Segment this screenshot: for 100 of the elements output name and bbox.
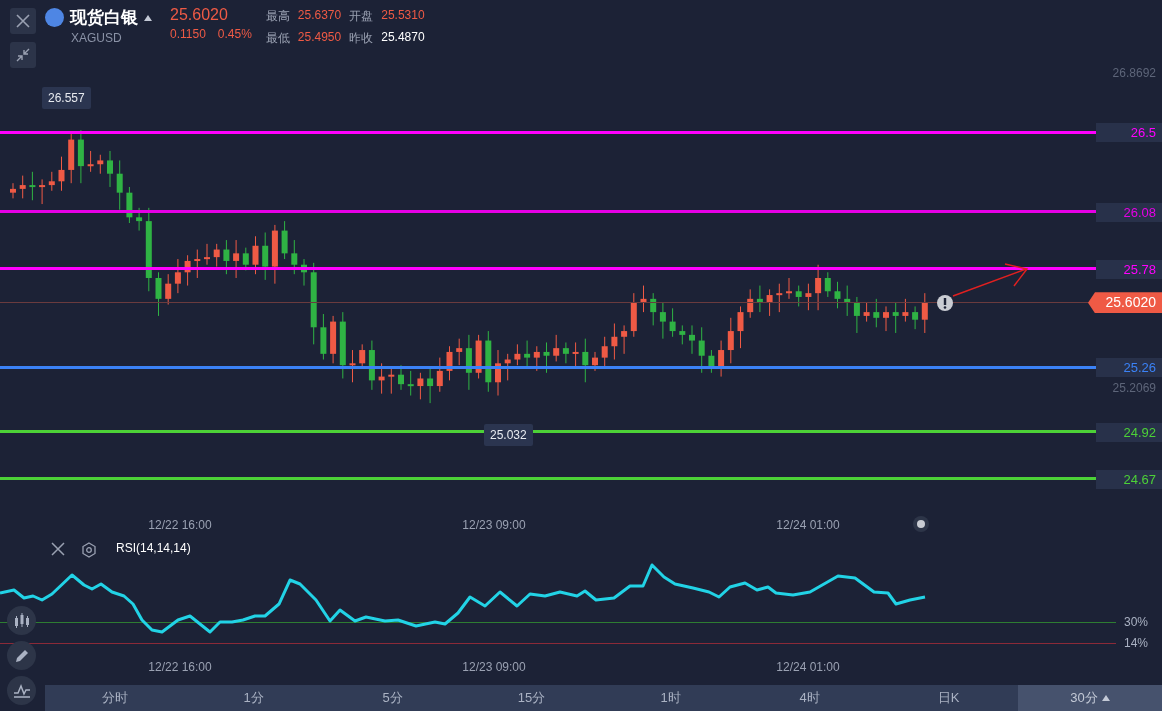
candlestick	[155, 271, 162, 317]
candlestick	[77, 129, 84, 184]
price-level-line[interactable]	[0, 130, 1096, 134]
candlestick	[320, 313, 327, 360]
candlestick	[669, 307, 676, 338]
candlestick	[39, 178, 46, 205]
settings-icon[interactable]	[81, 542, 97, 558]
candlestick	[368, 340, 375, 391]
candlestick-icon[interactable]	[7, 606, 36, 635]
price-axis-label: 25.2069	[1112, 381, 1156, 396]
period-tab[interactable]: 5分	[323, 685, 462, 711]
candlestick	[630, 292, 637, 338]
period-tab[interactable]: 1时	[601, 685, 740, 711]
candlestick	[465, 334, 472, 391]
candlestick	[330, 315, 337, 364]
price-change: 0.1150	[170, 27, 206, 41]
line-chart-icon[interactable]	[7, 676, 36, 705]
close-icon	[16, 14, 30, 28]
candlestick	[233, 239, 240, 279]
close-icon[interactable]	[51, 542, 65, 556]
candlestick	[194, 249, 201, 279]
stat-label: 最低	[265, 30, 290, 47]
arrow-drawing[interactable]	[952, 263, 1029, 297]
stat-value: 25.5310	[381, 8, 425, 24]
period-dropdown[interactable]: 30分	[1018, 685, 1162, 711]
candlestick	[834, 281, 841, 309]
candlestick	[698, 326, 705, 374]
candlestick	[853, 296, 860, 334]
candlestick	[436, 357, 443, 393]
candlestick	[756, 285, 763, 313]
candlestick	[213, 243, 220, 268]
candlestick	[776, 283, 783, 313]
stat-label: 最高	[265, 8, 290, 25]
candlestick	[689, 324, 695, 355]
period-tab[interactable]: 1分	[184, 685, 323, 711]
candlestick	[271, 224, 278, 285]
high-price-marker: 26.557	[42, 87, 91, 109]
instrument-title[interactable]: 现货白银	[70, 6, 138, 29]
pencil-icon[interactable]	[7, 641, 36, 670]
time-axis-label: 12/24 01:00	[776, 660, 840, 674]
candlestick	[921, 292, 928, 334]
candlestick	[601, 336, 608, 368]
candlestick	[524, 340, 531, 368]
candlestick	[475, 334, 482, 379]
dot-icon[interactable]	[913, 516, 929, 532]
candlestick	[339, 311, 346, 379]
candlestick	[863, 302, 870, 323]
candlestick	[892, 302, 899, 334]
candlestick	[718, 340, 725, 378]
candlestick	[766, 288, 773, 317]
price-level-label: 26.5	[1096, 123, 1162, 142]
candlestick	[786, 277, 792, 300]
period-tab[interactable]: 分时	[45, 685, 184, 711]
candlestick	[883, 305, 889, 332]
candlestick	[204, 243, 210, 266]
caret-icon[interactable]	[144, 14, 152, 21]
candlestick	[873, 298, 880, 328]
candlestick	[48, 171, 55, 192]
candlestick	[679, 324, 686, 345]
candlestick	[349, 349, 356, 383]
candlestick	[514, 343, 521, 366]
collapse-button[interactable]	[10, 42, 36, 68]
candlestick	[572, 341, 579, 368]
candlestick	[543, 341, 550, 374]
last-price-tag: 25.6020	[1088, 292, 1162, 314]
price-level-label: 26.08	[1096, 202, 1162, 222]
time-axis-label: 12/22 16:00	[148, 660, 212, 674]
price-level-line[interactable]	[0, 477, 1096, 481]
caret-icon	[1101, 695, 1110, 701]
collapse-icon	[16, 48, 30, 62]
period-tab[interactable]: 15分	[462, 685, 601, 711]
candlestick	[912, 305, 919, 330]
candlestick	[427, 368, 434, 404]
candlestick	[136, 207, 143, 232]
candlestick	[611, 323, 618, 360]
price-change-percent: 0.45%	[217, 27, 252, 41]
candlestick	[708, 349, 715, 374]
period-tab[interactable]: 4时	[740, 685, 879, 711]
price-axis-label: 26.8692	[1112, 66, 1156, 80]
candlestick	[737, 305, 744, 349]
price-level-label: 24.67	[1096, 469, 1162, 489]
candlestick	[68, 133, 75, 184]
candlestick	[407, 370, 414, 397]
price-level-label: 25.78	[1096, 259, 1162, 279]
period-tab[interactable]: 日K	[879, 685, 1018, 711]
instrument-symbol: XAGUSD	[71, 31, 123, 45]
time-axis-label: 12/24 01:00	[776, 518, 840, 532]
candlestick	[87, 150, 94, 173]
candlestick	[29, 171, 36, 201]
stat-value: 25.6370	[297, 8, 342, 24]
candlestick	[58, 156, 65, 192]
candlestick	[262, 232, 269, 281]
candlestick	[562, 341, 569, 364]
close-button[interactable]	[10, 8, 36, 34]
candlestick	[281, 220, 288, 260]
price-level-label: 25.26	[1096, 358, 1162, 378]
stat-label: 开盘	[349, 8, 374, 25]
price-level-line[interactable]	[0, 365, 1096, 369]
price-level-line[interactable]	[0, 210, 1096, 214]
info-icon[interactable]	[937, 295, 953, 311]
